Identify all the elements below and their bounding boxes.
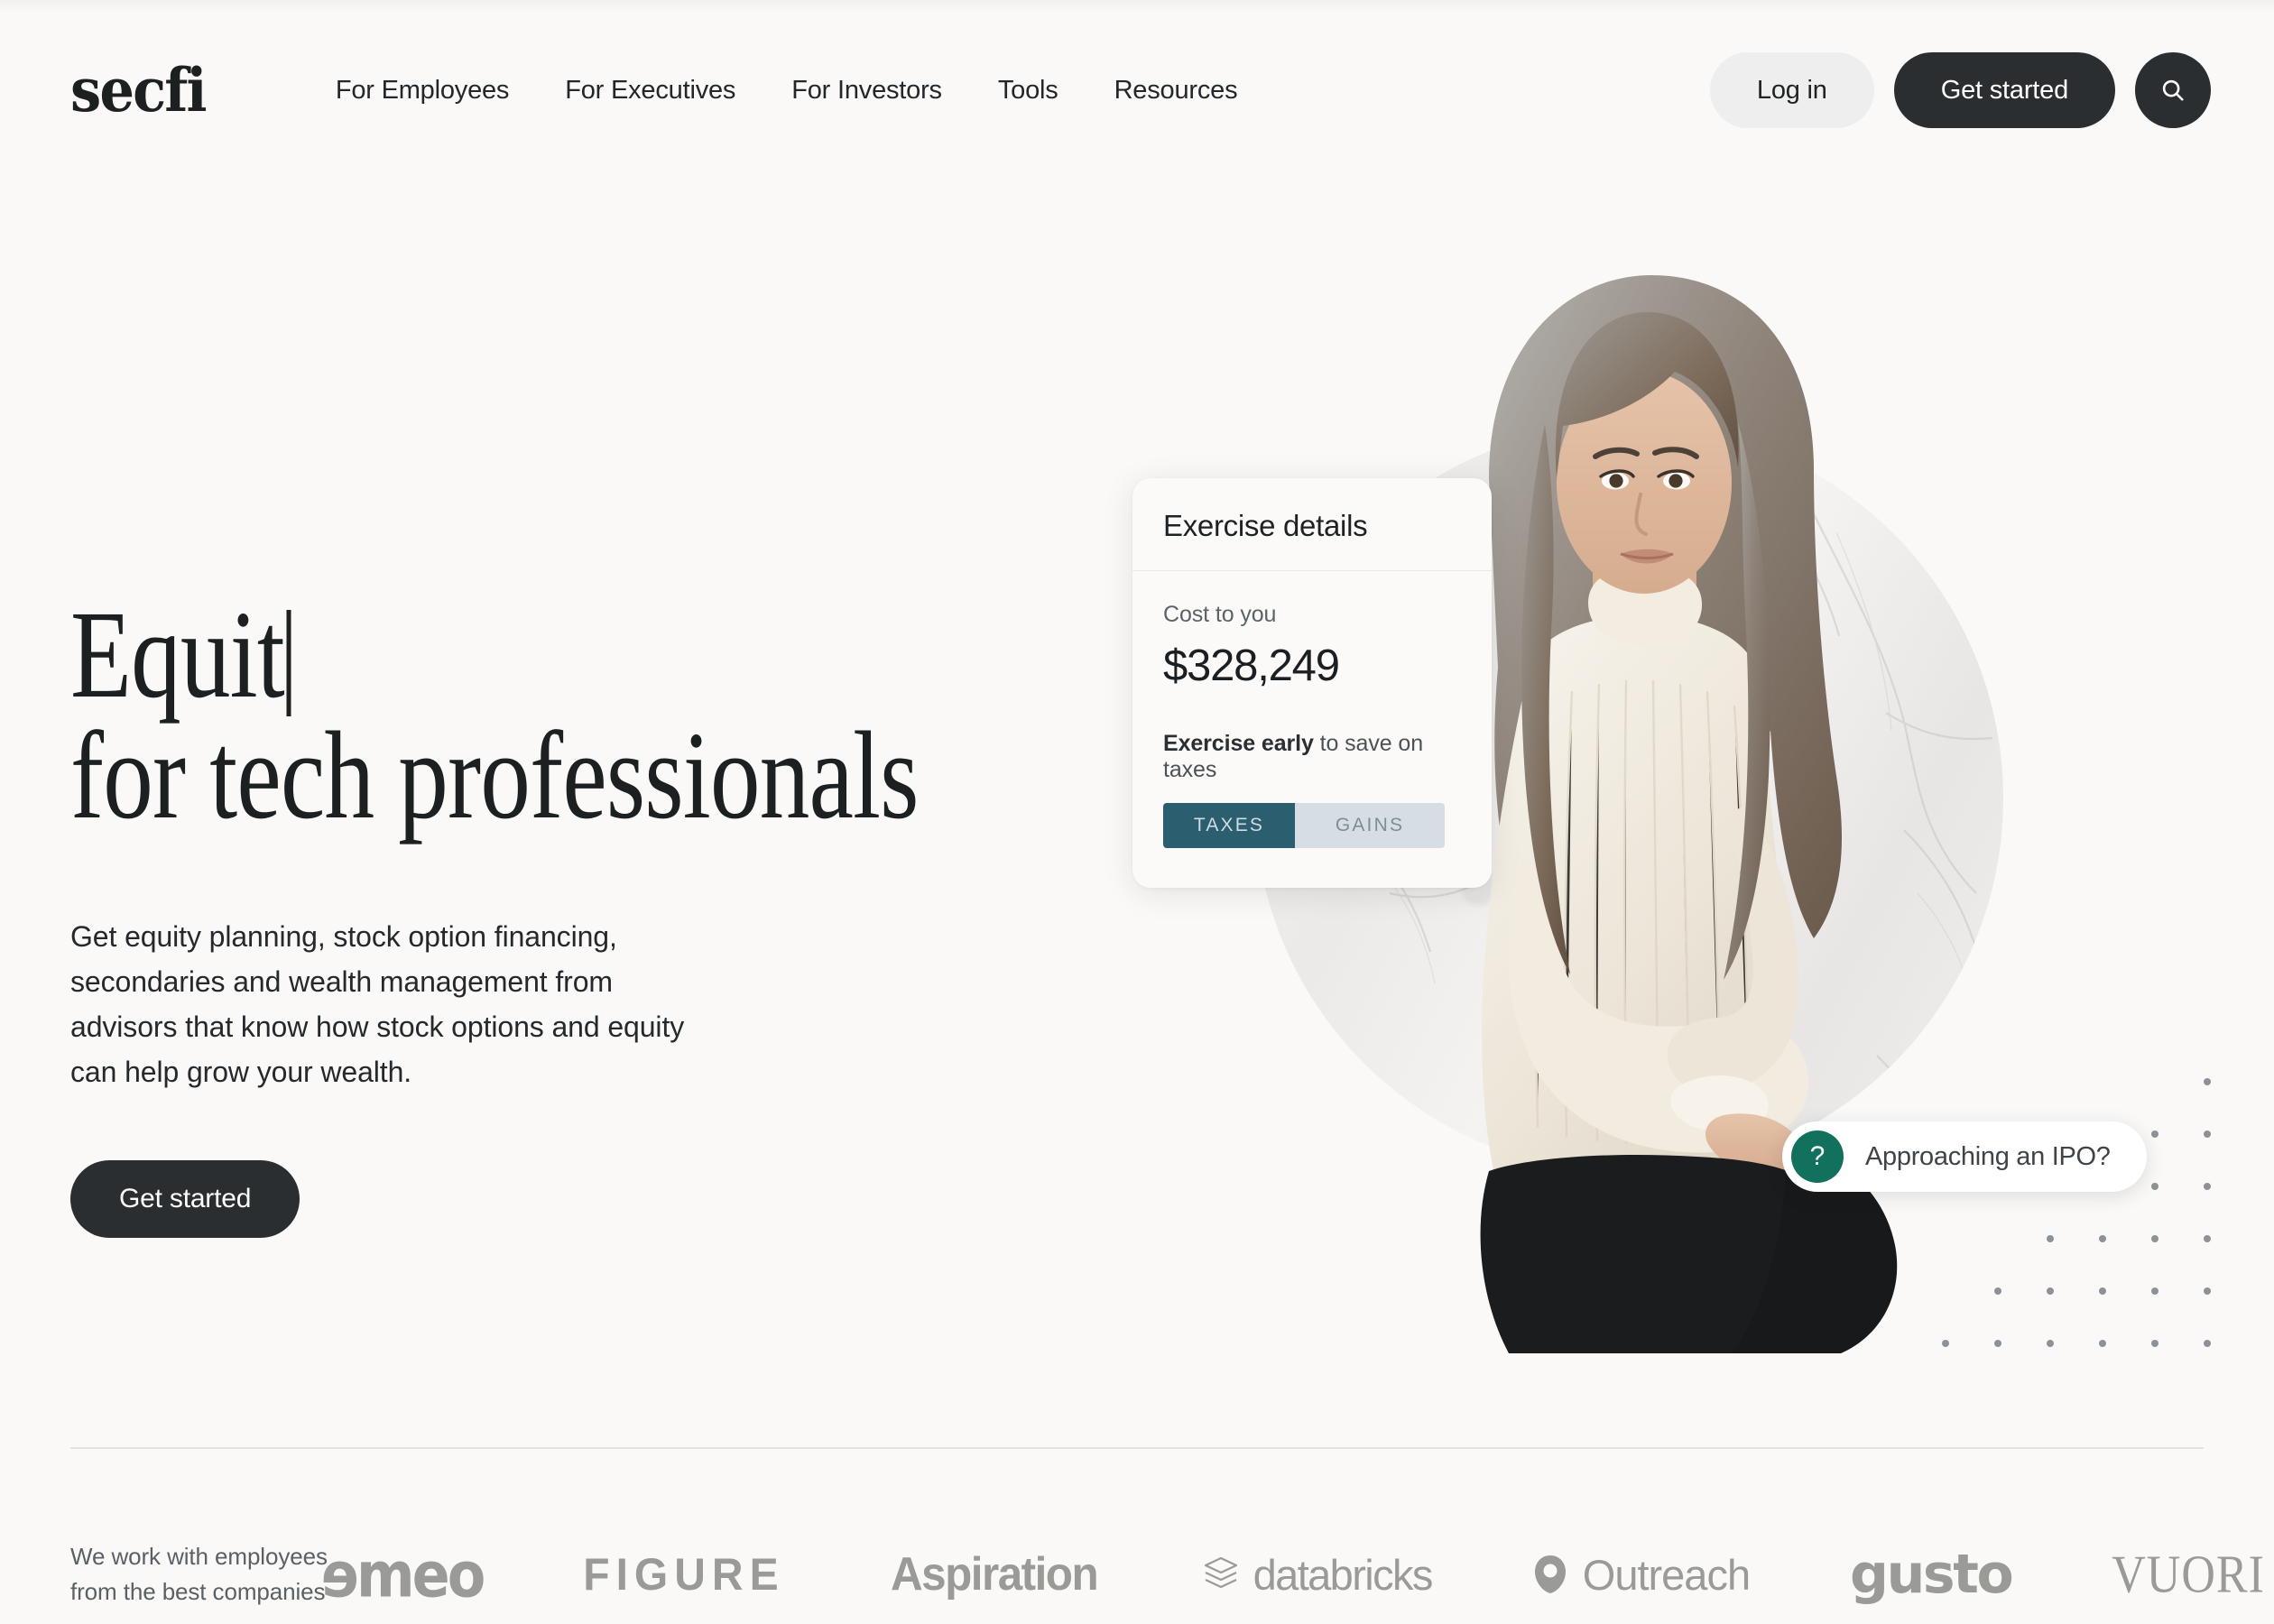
grid-dot	[2151, 1130, 2158, 1138]
hero-title-line-2: for tech professionals	[70, 706, 919, 845]
search-button[interactable]	[2135, 52, 2211, 128]
databricks-logo: databricks	[1203, 1550, 1434, 1600]
approaching-ipo-chip[interactable]: ? Approaching an IPO?	[1782, 1121, 2147, 1192]
cost-value: $328,249	[1163, 641, 1340, 690]
nav-item-tools[interactable]: Tools	[970, 76, 1086, 106]
cost-label: Cost to you	[1163, 602, 1277, 627]
hero-subtitle: Get equity planning, stock option financ…	[70, 920, 685, 1089]
card-body: Cost to you $328,249 Exercise early to s…	[1132, 571, 1492, 888]
vuori-logo: VUORI	[2112, 1545, 2265, 1604]
grid-dot	[2204, 1235, 2211, 1242]
grid-dot	[2099, 1287, 2106, 1295]
gusto-logo: gusto	[1850, 1543, 2014, 1606]
question-mark-icon: ?	[1791, 1130, 1844, 1183]
exercise-note-bold: Exercise early	[1163, 731, 1314, 756]
section-divider	[70, 1447, 2204, 1449]
taxes-gains-bar[interactable]: TAXES GAINS	[1163, 803, 1445, 848]
bar-segment-taxes[interactable]: TAXES	[1163, 803, 1295, 848]
company-logo-strip: We work with employees from the best com…	[70, 1525, 2274, 1624]
hero-content: Equit for tech professionals Get equity …	[70, 593, 1108, 1239]
get-started-button-header[interactable]: Get started	[1893, 52, 2115, 128]
nav-item-for-employees[interactable]: For Employees	[308, 76, 537, 106]
grid-dot	[2047, 1235, 2054, 1242]
typing-caret	[286, 610, 291, 716]
grid-dot	[1994, 1287, 2001, 1295]
grid-dot	[2099, 1235, 2106, 1242]
search-icon	[2162, 79, 2184, 101]
grid-dot	[2151, 1287, 2158, 1295]
grid-dot	[2204, 1130, 2211, 1138]
grid-dot	[2151, 1183, 2158, 1190]
grid-dot	[1942, 1340, 1949, 1347]
ameo-logo: ɘmeo	[321, 1537, 485, 1611]
site-header: secfi For Employees For Executives For I…	[0, 0, 2274, 180]
grid-dot	[2204, 1183, 2211, 1190]
dot-grid	[1733, 1015, 2238, 1394]
nav-item-resources[interactable]: Resources	[1086, 76, 1266, 106]
nav-item-for-executives[interactable]: For Executives	[537, 76, 763, 106]
logo-list: ɘmeo FIGURE Aspiration databricks Outrea…	[321, 1537, 2274, 1611]
header-actions: Log in Get started	[1709, 52, 2211, 128]
outreach-wordmark: Outreach	[1582, 1550, 1751, 1599]
page-title: Equit for tech professionals	[70, 593, 919, 839]
secfi-logo[interactable]: secfi	[70, 60, 208, 120]
chip-label: Approaching an IPO?	[1865, 1141, 2111, 1171]
primary-nav: For Employees For Executives For Investo…	[308, 76, 1266, 106]
login-button[interactable]: Log in	[1709, 52, 1874, 128]
bar-segment-gains[interactable]: GAINS	[1295, 803, 1445, 848]
grid-dot	[1994, 1340, 2001, 1347]
top-edge-sheen	[0, 0, 2274, 13]
card-title: Exercise details	[1132, 478, 1492, 571]
grid-dot	[2047, 1340, 2054, 1347]
aspiration-logo: Aspiration	[890, 1548, 1099, 1601]
grid-dot	[2204, 1287, 2211, 1295]
grid-dot	[2151, 1340, 2158, 1347]
grid-dot	[2204, 1340, 2211, 1347]
nav-item-for-investors[interactable]: For Investors	[763, 76, 970, 106]
hero-title-line-1: Equit	[70, 586, 285, 724]
get-started-button-hero[interactable]: Get started	[70, 1160, 300, 1239]
outreach-logo: Outreach	[1532, 1550, 1751, 1600]
figure-logo: FIGURE	[583, 1549, 785, 1600]
grid-dot	[2151, 1235, 2158, 1242]
exercise-note: Exercise early to save on taxes	[1163, 731, 1461, 783]
logo-strip-label-line-2: from the best companies	[70, 1578, 326, 1605]
outreach-pin-icon	[1534, 1555, 1566, 1593]
logo-strip-label-line-1: We work with employees	[70, 1543, 328, 1570]
databricks-wordmark: databricks	[1253, 1550, 1434, 1599]
grid-dot	[2047, 1287, 2054, 1295]
exercise-details-card: Exercise details Cost to you $328,249 Ex…	[1132, 478, 1492, 888]
databricks-stack-icon	[1204, 1556, 1237, 1589]
grid-dot	[2099, 1340, 2106, 1347]
grid-dot	[2204, 1078, 2211, 1085]
